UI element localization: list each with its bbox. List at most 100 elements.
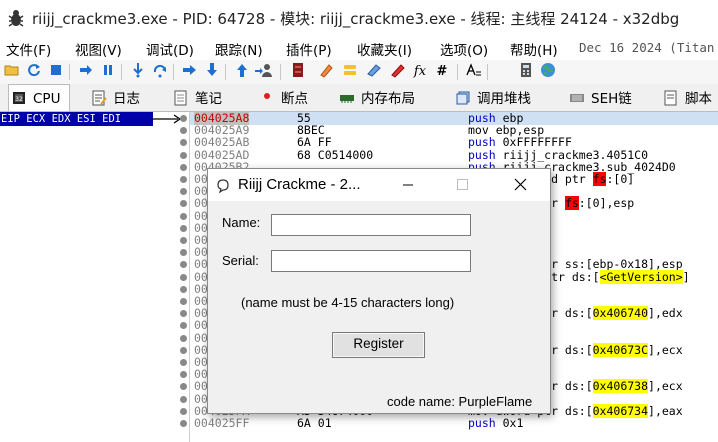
- svg-text:32: 32: [15, 96, 23, 103]
- breakpoint-dot[interactable]: [180, 298, 187, 305]
- bookmark-icon[interactable]: [364, 62, 384, 82]
- menu-debug[interactable]: 调试(D): [146, 39, 194, 59]
- crackme-dialog: Riijj Crackme - 2... Name: Serial: (name…: [207, 168, 551, 414]
- patch-icon[interactable]: [288, 62, 308, 82]
- memory-icon: [339, 90, 355, 106]
- font-icon[interactable]: [464, 62, 484, 82]
- breakpoint-dot[interactable]: [180, 359, 187, 366]
- breakpoint-dot[interactable]: [180, 200, 187, 208]
- run-icon[interactable]: [76, 62, 96, 82]
- maximize-button[interactable]: [438, 169, 486, 201]
- hash-icon[interactable]: #: [432, 62, 452, 82]
- breakpoint-dot[interactable]: [180, 237, 187, 244]
- row-instruction: push 0x1: [468, 416, 524, 430]
- menu-plugins[interactable]: 插件(P): [286, 39, 332, 59]
- tab-label: SEH链: [591, 91, 632, 107]
- serial-input[interactable]: [271, 250, 471, 272]
- breakpoint-gutter[interactable]: [178, 112, 190, 442]
- trace-into-icon[interactable]: [180, 62, 200, 82]
- breakpoint-dot[interactable]: [180, 420, 187, 427]
- restart-icon[interactable]: [24, 62, 44, 82]
- app-icon: [217, 179, 229, 193]
- breakpoint-dot[interactable]: [180, 310, 187, 318]
- tab-breakpoints[interactable]: 断点: [256, 86, 318, 111]
- row-bytes: 68 C0514000: [297, 147, 374, 162]
- cpu-icon: 32: [11, 90, 27, 106]
- tab-seh-chain[interactable]: SEH链: [566, 86, 642, 111]
- code-name-label: code name: PurpleFlame: [387, 394, 533, 409]
- serial-label: Serial:: [222, 253, 259, 268]
- dialog-title: Riijj Crackme - 2...: [238, 176, 361, 193]
- breakpoint-dot[interactable]: [180, 224, 187, 232]
- script-icon: [663, 90, 679, 106]
- menu-trace[interactable]: 跟踪(N): [215, 39, 263, 59]
- minimize-icon: [403, 184, 413, 186]
- tab-cpu[interactable]: 32 CPU: [8, 84, 70, 111]
- function-glyph[interactable]: fx: [410, 62, 430, 82]
- step-into-icon[interactable]: [128, 62, 148, 82]
- tab-label: 脚本: [685, 91, 712, 107]
- breakpoint-dot[interactable]: [180, 395, 187, 403]
- tab-notes[interactable]: 笔记: [170, 86, 236, 111]
- tab-bar: 32 CPU 日志 笔记 断点 内存布局 调用堆栈 SEH链 脚本: [0, 84, 718, 112]
- breakpoint-dot[interactable]: [180, 212, 187, 220]
- breakpoint-dot[interactable]: [180, 371, 187, 379]
- execute-till-return-icon[interactable]: [232, 62, 252, 82]
- breakpoint-dot[interactable]: [180, 176, 187, 183]
- pause-icon[interactable]: [98, 62, 118, 82]
- close-button[interactable]: [496, 169, 544, 201]
- menu-help[interactable]: 帮助(H): [510, 39, 558, 59]
- build-date: Dec 16 2024 (Titan: [579, 40, 715, 55]
- comment-icon[interactable]: [316, 62, 336, 82]
- tab-label: 笔记: [195, 91, 222, 107]
- breakpoint-dot[interactable]: [180, 115, 187, 122]
- toolbar: fx #: [0, 60, 718, 84]
- breakpoint-dot[interactable]: [180, 188, 187, 196]
- breakpoint-dot[interactable]: [180, 407, 187, 415]
- breakpoint-dot[interactable]: [180, 127, 187, 135]
- breakpoint-dot[interactable]: [180, 285, 187, 293]
- tab-label: 日志: [113, 91, 140, 107]
- breakpoint-dot[interactable]: [180, 139, 187, 147]
- label-icon[interactable]: [340, 62, 360, 82]
- disassembly-row[interactable]: 004025FF 6A 01 push 0x1: [190, 417, 718, 430]
- minimize-button[interactable]: [384, 169, 432, 201]
- function-icon[interactable]: [388, 62, 408, 82]
- register-button[interactable]: Register: [332, 332, 425, 358]
- tab-call-stack[interactable]: 调用堆栈: [452, 86, 548, 111]
- tab-script[interactable]: 脚本: [660, 86, 718, 111]
- tab-log[interactable]: 日志: [88, 86, 154, 111]
- breakpoint-dot[interactable]: [180, 163, 187, 171]
- x64dbg-bug-icon: [8, 10, 24, 27]
- open-icon[interactable]: [2, 62, 22, 82]
- name-length-hint: (name must be 4-15 characters long): [241, 295, 455, 310]
- globe-icon[interactable]: [538, 62, 558, 82]
- menu-favourites[interactable]: 收藏夹(I): [357, 39, 412, 59]
- tab-label: 内存布局: [361, 91, 415, 107]
- calculator-icon[interactable]: [516, 62, 536, 82]
- run-to-user-code-icon[interactable]: [254, 62, 274, 82]
- step-over-icon[interactable]: [150, 62, 170, 82]
- menu-options[interactable]: 选项(O): [440, 39, 488, 59]
- callstack-icon: [455, 90, 471, 106]
- breakpoint-dot[interactable]: [180, 334, 187, 342]
- trace-over-icon[interactable]: [202, 62, 222, 82]
- close-icon: [514, 178, 527, 191]
- breakpoint-dot[interactable]: [180, 273, 187, 281]
- menu-view[interactable]: 视图(V): [75, 39, 122, 59]
- breakpoint-dot[interactable]: [180, 383, 187, 391]
- menu-file[interactable]: 文件(F): [6, 39, 51, 59]
- name-input[interactable]: [271, 214, 471, 236]
- stop-icon[interactable]: [46, 62, 66, 82]
- breakpoint-dot[interactable]: [180, 322, 187, 330]
- breakpoint-dot[interactable]: [180, 249, 187, 257]
- tab-label: 断点: [281, 91, 308, 107]
- disassembly-row[interactable]: 004025A8 55 push ebp: [190, 112, 718, 125]
- breakpoint-dot[interactable]: [180, 261, 187, 269]
- breakpoint-dot[interactable]: [180, 151, 187, 159]
- disassembly-row[interactable]: 004025A9 8BEC mov ebp,esp: [190, 124, 718, 137]
- notes-icon: [173, 90, 189, 106]
- tab-memory-map[interactable]: 内存布局: [336, 86, 428, 111]
- breakpoint-dot[interactable]: [180, 346, 187, 354]
- window-title: riijj_crackme3.exe - PID: 64728 - 模块: ri…: [32, 10, 680, 28]
